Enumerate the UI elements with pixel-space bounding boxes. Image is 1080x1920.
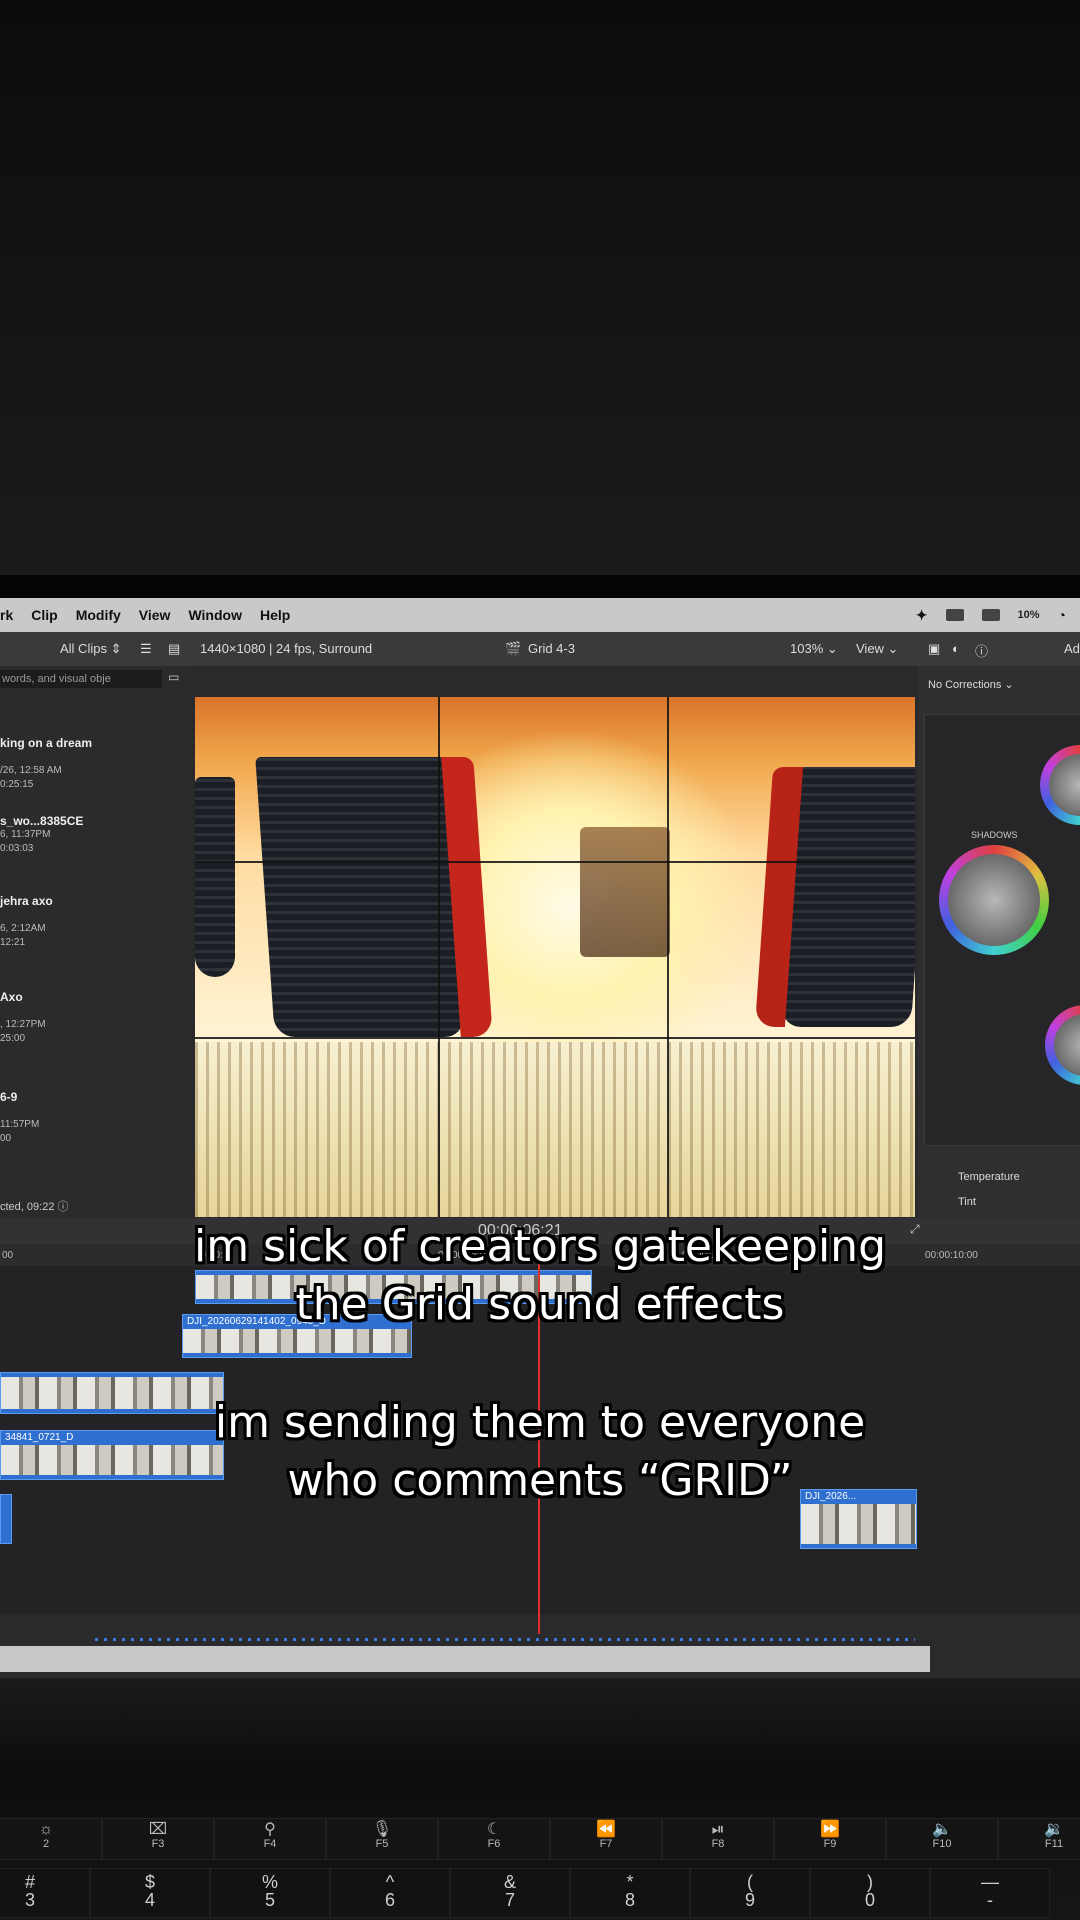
menu-item-view[interactable]: View	[139, 607, 171, 623]
selection-status: cted, 09:22 ⓘ	[0, 1201, 69, 1213]
corrections-dropdown[interactable]: No Corrections ⌄	[928, 678, 1014, 691]
number-key-row: #3 $4 % 5 ^ 6 & 7 * 8 (9 ) 0 — -	[0, 1868, 1050, 1918]
shadows-color-wheel[interactable]	[939, 845, 1049, 955]
filter-icon[interactable]: ▭	[168, 670, 179, 684]
info-icon[interactable]: ⓘ	[975, 641, 988, 660]
function-key[interactable]: ⏪ F7	[550, 1818, 662, 1860]
cloud-icon[interactable]	[945, 609, 964, 621]
number-key[interactable]: ^ 6	[330, 1868, 450, 1918]
color-inspector: No Corrections ⌄ SHADOWS Temperature Tin…	[918, 666, 1080, 1218]
list-item[interactable]: s_wo...8385CE 6, 11:37PM 0:03:03	[0, 814, 83, 856]
video-viewer[interactable]	[195, 697, 915, 1217]
clip-thumbnails	[801, 1504, 916, 1544]
menu-bar: rk Clip Modify View Window Help ✦ 10% ◔	[0, 598, 1080, 632]
format-info: 1440×1080 | 24 fps, Surround	[200, 641, 373, 656]
battery-percent[interactable]: 10%	[1018, 609, 1040, 621]
grid-line	[195, 861, 915, 863]
menu-item-window[interactable]: Window	[188, 607, 242, 623]
menu-item-help[interactable]: Help	[260, 607, 290, 623]
function-key-row: ☼ 2 ⌧ F3 ⚲ F4 🎙 F5 ☾ F6 ⏪ F7 ⏯ F8 ⏩ F9 🔈 F10 🔉 F11	[0, 1818, 1080, 1860]
filmstrip-icon[interactable]: ▤	[168, 641, 180, 657]
temperature-label: Temperature	[958, 1171, 1020, 1183]
inspector-label-partial: Ad	[1064, 641, 1080, 656]
search-input[interactable]: words, and visual obje	[0, 670, 162, 688]
function-key[interactable]: ☼ 2	[0, 1818, 102, 1860]
menu-bar-status: ✦ 10% ◔	[916, 607, 1066, 624]
laptop-keyboard-area: ☼ 2 ⌧ F3 ⚲ F4 🎙 F5 ☾ F6 ⏪ F7 ⏯ F8 ⏩ F9 🔈 F10 🔉 F11…	[0, 1678, 1080, 1920]
number-key[interactable]: * 8	[570, 1868, 690, 1918]
function-key[interactable]: ☾ F6	[438, 1818, 550, 1860]
caption-text: im sending them to everyone who comments…	[0, 1394, 1080, 1510]
list-view-icon[interactable]: ☰	[140, 641, 152, 657]
function-key[interactable]: 🔈 F10	[886, 1818, 998, 1860]
function-key[interactable]: ⌧ F3	[102, 1818, 214, 1860]
audio-waveform	[95, 1638, 915, 1641]
wifi-icon[interactable]: ◔	[1058, 607, 1066, 623]
caption-line: the Grid sound effects	[295, 1279, 785, 1330]
grid-line	[195, 1037, 915, 1039]
clip-browser: words, and visual obje ▭ king on a dream…	[0, 666, 190, 1218]
function-key[interactable]: ⚲ F4	[214, 1818, 326, 1860]
noodle-cup-image	[780, 767, 915, 1027]
midtones-color-wheel[interactable]	[1045, 1005, 1080, 1085]
laptop-screen: rk Clip Modify View Window Help ✦ 10% ◔ …	[0, 598, 1080, 1678]
function-key[interactable]: 🔉 F11	[998, 1818, 1080, 1860]
clapper-icon: 🎬	[505, 641, 522, 656]
function-key[interactable]: 🎙 F5	[326, 1818, 438, 1860]
hand-with-cup-image	[580, 827, 670, 957]
sparkle-icon[interactable]: ✦	[916, 607, 928, 624]
menu-item-partial[interactable]: rk	[0, 607, 13, 623]
number-key[interactable]: — -	[930, 1868, 1050, 1918]
grid-line	[438, 697, 440, 1217]
caption-line: who comments “GRID”	[287, 1455, 793, 1506]
background-dark-area	[0, 0, 1080, 580]
display-icon[interactable]	[981, 609, 1000, 621]
caption-text: im sick of creators gatekeeping the Grid…	[0, 1218, 1080, 1334]
number-key[interactable]: $4	[90, 1868, 210, 1918]
number-key[interactable]: (9	[690, 1868, 810, 1918]
viewer-toolbar: All Clips ⇕ ☰ ▤ 1440×1080 | 24 fps, Surr…	[0, 632, 1080, 666]
color-wheels-panel: SHADOWS	[924, 714, 1080, 1146]
list-item[interactable]: jehra axo 6, 2:12AM 12:21	[0, 894, 53, 950]
menu-item-clip[interactable]: Clip	[31, 607, 57, 623]
inspector-tab-icon[interactable]: ▣	[928, 641, 940, 657]
list-item[interactable]: 6-9 11:57PM 00	[0, 1090, 39, 1146]
highlights-color-wheel[interactable]	[1040, 745, 1080, 825]
menu-item-modify[interactable]: Modify	[76, 607, 121, 623]
zoom-dropdown[interactable]: 103% ⌄	[790, 641, 838, 657]
list-item[interactable]: Axo , 12:27PM 25:00	[0, 990, 46, 1046]
table-image	[195, 1042, 915, 1217]
noodle-cup-image	[255, 757, 465, 1037]
number-key[interactable]: ) 0	[810, 1868, 930, 1918]
function-key[interactable]: ⏯ F8	[662, 1818, 774, 1860]
timeline-scroll-strip[interactable]	[0, 1646, 930, 1672]
all-clips-dropdown[interactable]: All Clips ⇕	[60, 641, 121, 657]
tint-label: Tint	[958, 1196, 976, 1208]
caption-line: im sick of creators gatekeeping	[193, 1221, 887, 1272]
project-title: Grid 4-3	[528, 641, 575, 656]
number-key[interactable]: % 5	[210, 1868, 330, 1918]
noodle-cup-image	[195, 777, 235, 977]
number-key[interactable]: & 7	[450, 1868, 570, 1918]
caption-line: im sending them to everyone	[214, 1397, 866, 1448]
view-dropdown[interactable]: View ⌄	[856, 641, 898, 657]
color-inspector-icon[interactable]: ◐	[952, 641, 960, 656]
number-key[interactable]: #3	[0, 1868, 90, 1918]
list-item[interactable]: king on a dream /26, 12:58 AM 0:25:15	[0, 736, 92, 792]
function-key[interactable]: ⏩ F9	[774, 1818, 886, 1860]
grid-line	[667, 697, 669, 1217]
shadows-label: SHADOWS	[971, 830, 1018, 840]
